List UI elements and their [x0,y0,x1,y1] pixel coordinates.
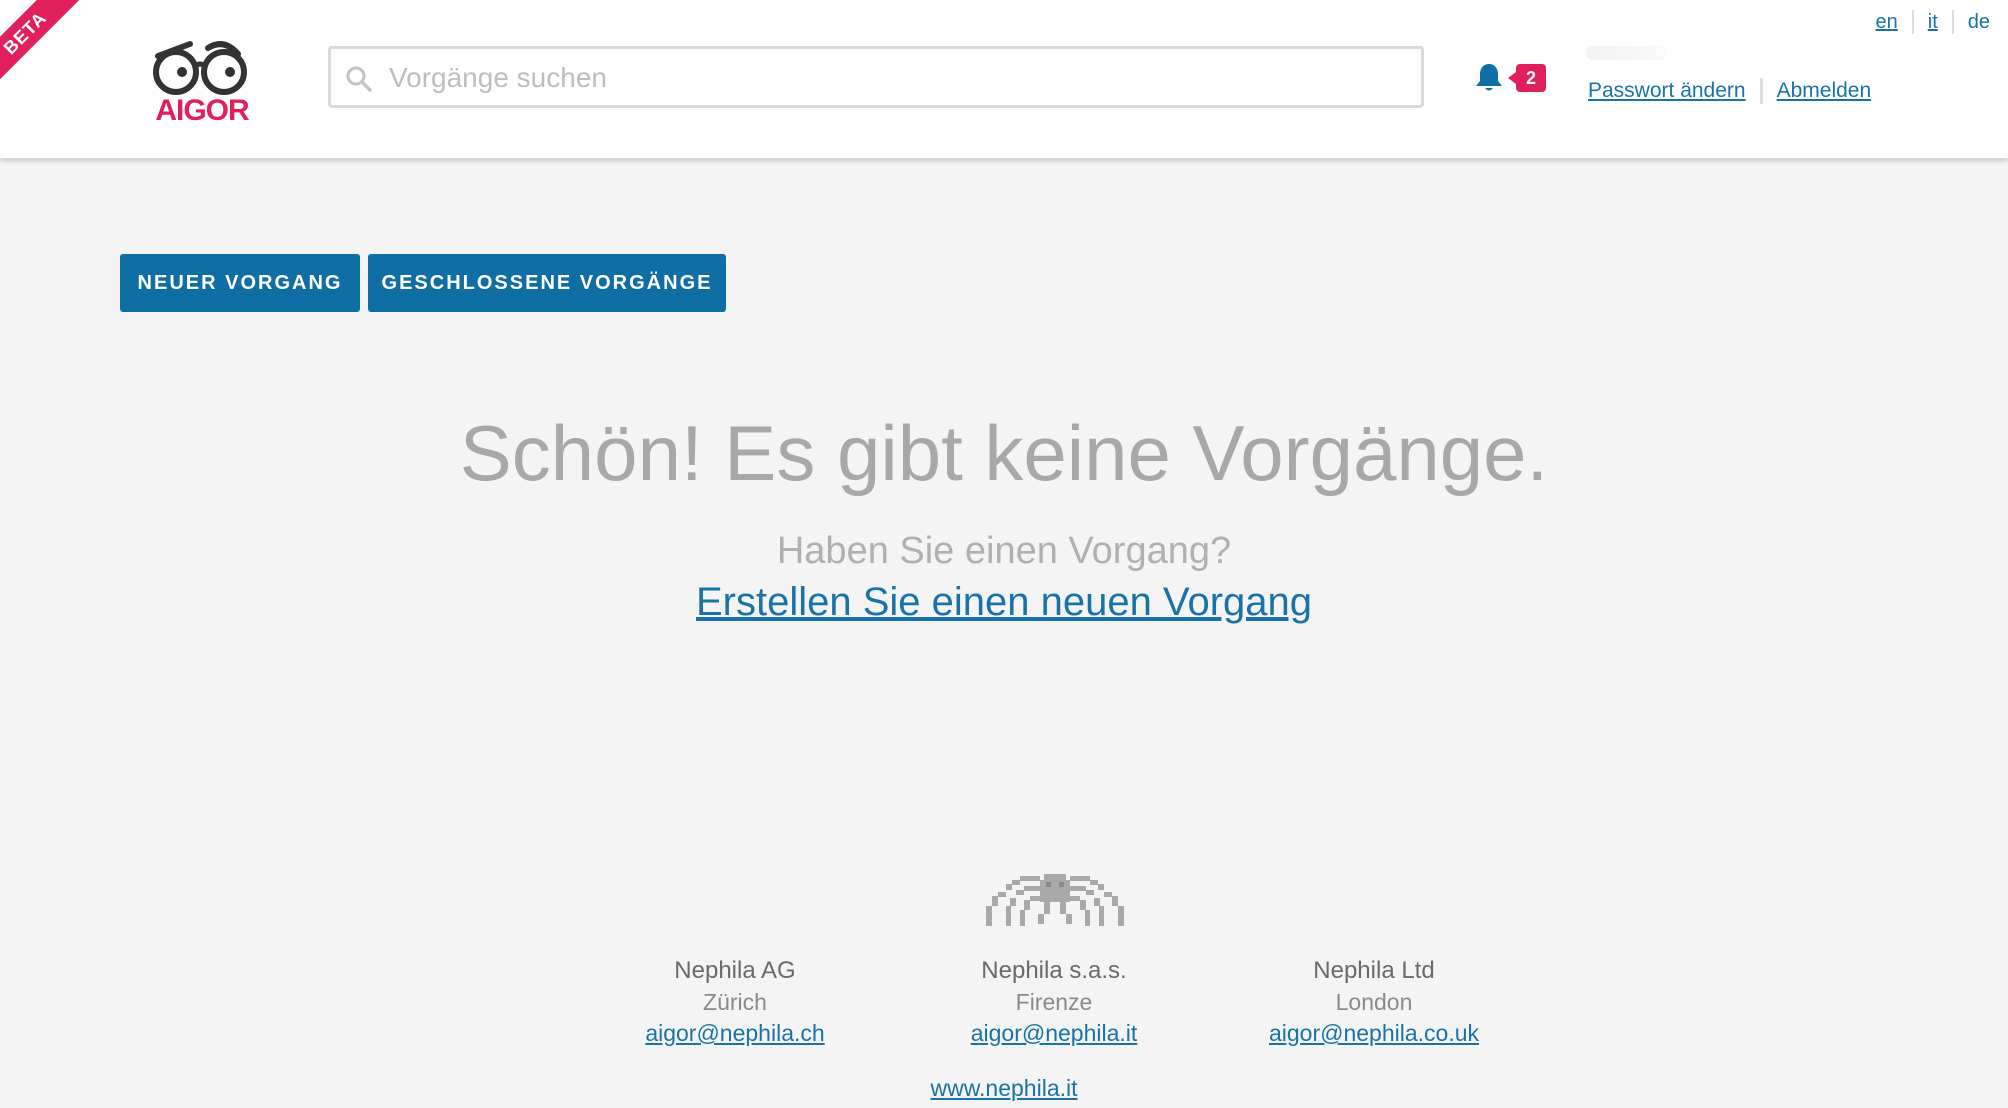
office-city: London [1335,989,1413,1015]
website-link[interactable]: www.nephila.it [930,1075,1077,1101]
office-city: Firenze [1015,989,1093,1015]
user-links-divider [1759,78,1763,104]
office-city: Zürich [703,989,767,1015]
lang-de-current: de [1967,10,1990,33]
search-box[interactable] [328,46,1424,108]
bell-icon[interactable] [1474,62,1504,94]
aigor-logo[interactable]: AIGOR [146,30,256,130]
spider-logo-icon [986,874,1124,926]
lang-it-link[interactable]: it [1928,11,1938,34]
glasses-logo-icon [153,41,247,95]
lang-divider [1911,10,1914,34]
empty-state-title: Schön! Es gibt keine Vorgänge. [459,409,1549,497]
office-email-link[interactable]: aigor@nephila.ch [645,1020,824,1046]
office-name: Nephila s.a.s. [981,957,1127,984]
empty-state-question: Haben Sie einen Vorgang? [776,530,1232,572]
search-input[interactable] [387,53,1411,103]
user-name-placeholder [1586,46,1666,60]
office-firenze: Nephila s.a.s. Firenze aigor@nephila.it [894,955,1214,1049]
language-switcher: en it de [1876,8,1990,36]
office-name: Nephila Ltd [1313,957,1435,984]
logo-text: AIGOR [155,94,249,127]
office-email-link[interactable]: aigor@nephila.it [971,1020,1138,1046]
new-case-button[interactable]: NEUER VORGANG [120,254,360,312]
office-name: Nephila AG [674,957,796,984]
search-icon [346,66,372,92]
office-zurich: Nephila AG Zürich aigor@nephila.ch [575,955,895,1049]
beta-ribbon: BETA [0,0,82,90]
create-case-link[interactable]: Erstellen Sie einen neuen Vorgang [696,580,1312,624]
change-password-link[interactable]: Passwort ändern [1588,79,1746,103]
top-header: BETA AIGOR 2 en it de Passwort ände [0,0,2008,159]
closed-cases-button[interactable]: GESCHLOSSENE VORGÄNGE [368,254,726,312]
user-links: Passwort ändern Abmelden [1588,78,1871,104]
logout-link[interactable]: Abmelden [1777,79,1872,103]
lang-divider [1951,10,1954,34]
office-london: Nephila Ltd London aigor@nephila.co.uk [1214,955,1534,1049]
office-email-link[interactable]: aigor@nephila.co.uk [1269,1020,1479,1046]
lang-en-link[interactable]: en [1876,11,1898,34]
notification-badge: 2 [1508,64,1546,92]
